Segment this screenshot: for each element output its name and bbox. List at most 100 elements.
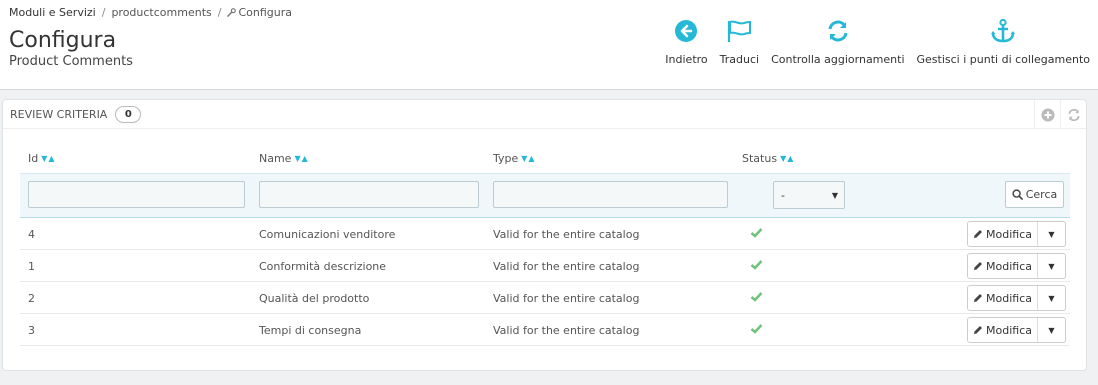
cell-type: Valid for the entire catalog — [493, 324, 640, 337]
search-label: Cerca — [1025, 188, 1058, 201]
panel-actions — [1034, 100, 1086, 129]
breadcrumb-separator: / — [217, 6, 222, 19]
edit-button[interactable]: Modifica — [968, 254, 1038, 278]
edit-label: Modifica — [986, 259, 1032, 273]
pencil-icon — [974, 262, 982, 270]
check-icon[interactable] — [750, 291, 763, 302]
refresh-icon — [1067, 108, 1080, 121]
sort-controls: ▼ ▲ — [521, 154, 534, 163]
pencil-icon — [974, 294, 982, 302]
edit-label: Modifica — [986, 323, 1032, 337]
sort-desc-icon[interactable]: ▼ — [41, 154, 47, 163]
actions-dropdown-toggle[interactable]: ▼ — [1038, 254, 1065, 278]
filter-status-select[interactable]: - ▼ — [773, 181, 845, 209]
sort-controls: ▼ ▲ — [41, 154, 54, 163]
refresh-list-button[interactable] — [1060, 100, 1086, 129]
sort-desc-icon[interactable]: ▼ — [294, 154, 300, 163]
panel-heading: Review Criteria 0 — [3, 100, 1086, 129]
count-badge: 0 — [115, 105, 142, 123]
column-header-label: Id — [28, 152, 39, 165]
cell-name: Conformità descrizione — [259, 260, 387, 273]
edit-label: Modifica — [986, 227, 1032, 241]
column-header-label: Status — [742, 152, 778, 165]
page-background — [0, 371, 1098, 385]
filter-type-input[interactable] — [493, 181, 728, 208]
check-icon[interactable] — [750, 323, 763, 334]
breadcrumb-item-current: Configura — [227, 6, 292, 19]
edit-button[interactable]: Modifica — [968, 318, 1038, 342]
manage-hooks-button[interactable]: Gestisci i punti di collegamento — [917, 18, 1090, 66]
pencil-icon — [974, 326, 982, 334]
edit-button[interactable]: Modifica — [968, 286, 1038, 310]
filter-status-value: - — [781, 188, 785, 202]
caret-down-icon: ▼ — [1048, 325, 1055, 335]
cell-name: Qualità del prodotto — [259, 292, 370, 305]
table-row: 2 Qualità del prodotto Valid for the ent… — [20, 282, 1070, 314]
arrow-circle-left-icon — [673, 18, 699, 44]
table-row: 3 Tempi di consegna Valid for the entire… — [20, 314, 1070, 346]
back-label: Indietro — [665, 53, 708, 66]
edit-button-group: Modifica ▼ — [967, 221, 1066, 247]
check-icon[interactable] — [750, 259, 763, 270]
criteria-table: Id ▼▲ Name ▼▲ Type ▼▲ Status ▼▲ - ▼ — [20, 141, 1070, 346]
edit-button-group: Modifica ▼ — [967, 317, 1066, 343]
caret-down-icon: ▼ — [1048, 293, 1055, 303]
column-header-label: Type — [493, 152, 519, 165]
sort-desc-icon[interactable]: ▼ — [780, 154, 786, 163]
cell-type: Valid for the entire catalog — [493, 260, 640, 273]
edit-button-group: Modifica ▼ — [967, 253, 1066, 279]
breadcrumb-current-label: Configura — [238, 6, 292, 19]
breadcrumb-item-modules[interactable]: Moduli e Servizi — [9, 6, 96, 19]
refresh-icon — [825, 18, 851, 44]
chevron-down-icon: ▼ — [831, 191, 838, 200]
filter-id-input[interactable] — [28, 181, 245, 208]
page-title: Configura — [9, 28, 117, 53]
page-subtitle: Product Comments — [9, 54, 133, 69]
actions-dropdown-toggle[interactable]: ▼ — [1038, 286, 1065, 310]
add-new-button[interactable] — [1034, 100, 1060, 129]
cell-id: 1 — [28, 260, 35, 273]
table-row: 4 Comunicazioni venditore Valid for the … — [20, 218, 1070, 250]
edit-button-group: Modifica ▼ — [967, 285, 1066, 311]
breadcrumb-item-module[interactable]: productcomments — [111, 6, 211, 19]
translate-label: Traduci — [719, 53, 760, 66]
sort-asc-icon[interactable]: ▲ — [787, 154, 793, 163]
search-button[interactable]: Cerca — [1005, 181, 1064, 208]
filter-name-input[interactable] — [259, 181, 479, 208]
sort-asc-icon[interactable]: ▲ — [48, 154, 54, 163]
breadcrumb: Moduli e Servizi / productcomments / Con… — [9, 6, 292, 19]
caret-down-icon: ▼ — [1048, 261, 1055, 271]
sort-asc-icon[interactable]: ▲ — [302, 154, 308, 163]
cell-type: Valid for the entire catalog — [493, 292, 640, 305]
cell-type: Valid for the entire catalog — [493, 228, 640, 241]
cell-name: Comunicazioni venditore — [259, 228, 396, 241]
filter-row: - ▼ Cerca — [20, 173, 1070, 218]
translate-button[interactable]: Traduci — [720, 18, 759, 66]
column-header-status: Status ▼ ▲ — [742, 152, 793, 165]
caret-down-icon: ▼ — [1048, 229, 1055, 239]
actions-dropdown-toggle[interactable]: ▼ — [1038, 222, 1065, 246]
table-header-row: Id ▼ ▲ Name ▼ ▲ Type ▼ ▲ Status ▼ ▲ — [20, 141, 1070, 173]
wrench-icon — [227, 8, 237, 17]
toolbar: Indietro Traduci Controlla aggiornamenti… — [653, 18, 1090, 66]
column-header-id: Id ▼ ▲ — [28, 152, 55, 165]
add-icon — [1041, 108, 1054, 121]
actions-dropdown-toggle[interactable]: ▼ — [1038, 318, 1065, 342]
flag-icon — [726, 18, 752, 44]
sort-asc-icon[interactable]: ▲ — [528, 154, 534, 163]
cell-name: Tempi di consegna — [259, 324, 362, 337]
cell-id: 4 — [28, 228, 35, 241]
breadcrumb-separator: / — [101, 6, 106, 19]
table-row: 1 Conformità descrizione Valid for the e… — [20, 250, 1070, 282]
check-updates-button[interactable]: Controlla aggiornamenti — [771, 18, 905, 66]
sort-desc-icon[interactable]: ▼ — [521, 154, 527, 163]
cell-id: 2 — [28, 292, 35, 305]
column-header-type: Type ▼ ▲ — [493, 152, 535, 165]
pencil-icon — [974, 230, 982, 238]
page-header: Moduli e Servizi / productcomments / Con… — [0, 0, 1098, 90]
column-header-label: Name — [259, 152, 292, 165]
check-icon[interactable] — [750, 227, 763, 238]
back-button[interactable]: Indietro — [665, 18, 708, 66]
anchor-icon — [990, 18, 1016, 44]
edit-button[interactable]: Modifica — [968, 222, 1038, 246]
